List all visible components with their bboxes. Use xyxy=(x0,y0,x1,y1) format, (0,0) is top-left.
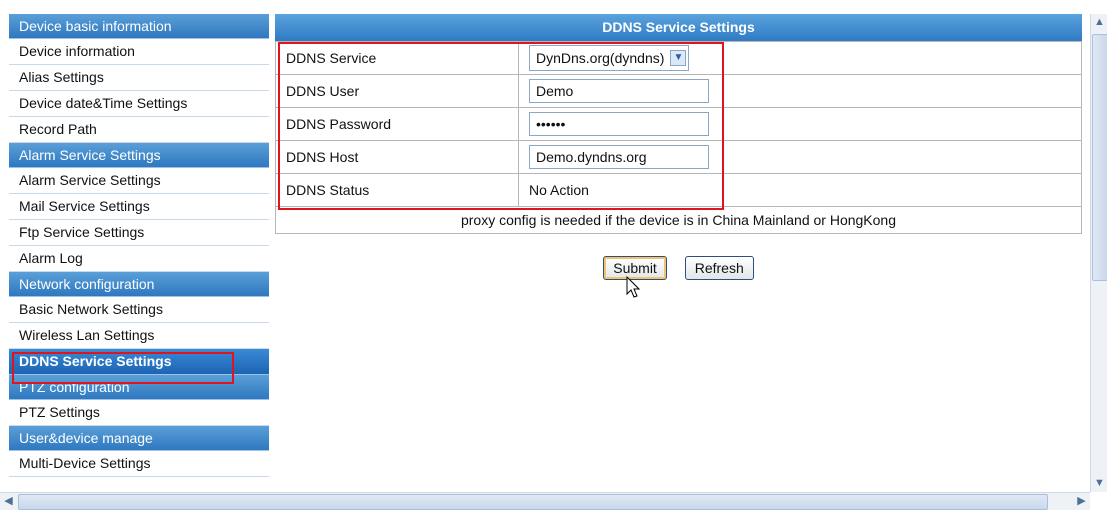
sidebar-item-multi-device-settings[interactable]: Multi-Device Settings xyxy=(9,451,269,477)
table-row: DDNS Status No Action xyxy=(275,173,1082,207)
table-row: DDNS Service DynDns.org(dyndns) ▼ xyxy=(275,41,1082,75)
ddns-password-label: DDNS Password xyxy=(275,107,519,141)
ddns-status-value: No Action xyxy=(518,173,1082,207)
ddns-status-label: DDNS Status xyxy=(275,173,519,207)
ddns-user-input[interactable] xyxy=(529,79,709,103)
horizontal-scrollbar[interactable]: ◀ ▶ xyxy=(0,492,1090,510)
ddns-user-label: DDNS User xyxy=(275,74,519,108)
vertical-scroll-thumb[interactable] xyxy=(1092,34,1107,281)
vertical-scrollbar[interactable]: ▲ ▼ xyxy=(1090,14,1107,492)
ddns-password-cell xyxy=(518,107,1082,141)
sidebar-section-device-basic-info[interactable]: Device basic information xyxy=(9,14,269,39)
sidebar-item-wireless-lan-settings[interactable]: Wireless Lan Settings xyxy=(9,323,269,349)
ddns-service-cell: DynDns.org(dyndns) ▼ xyxy=(518,41,1082,75)
ddns-settings-table: DDNS Service DynDns.org(dyndns) ▼ DDNS U… xyxy=(275,41,1082,234)
ddns-host-label: DDNS Host xyxy=(275,140,519,174)
sidebar-item-alarm-service-settings[interactable]: Alarm Service Settings xyxy=(9,168,269,194)
horizontal-scroll-thumb[interactable] xyxy=(18,494,1048,510)
sidebar-nav: Device basic information Device informat… xyxy=(9,14,269,492)
sidebar-item-basic-network-settings[interactable]: Basic Network Settings xyxy=(9,297,269,323)
sidebar-item-mail-service-settings[interactable]: Mail Service Settings xyxy=(9,194,269,220)
sidebar-item-alias-settings[interactable]: Alias Settings xyxy=(9,65,269,91)
button-bar: Submit Refresh xyxy=(275,256,1082,280)
sidebar-item-record-path[interactable]: Record Path xyxy=(9,117,269,143)
sidebar-section-ptz-config[interactable]: PTZ configuration xyxy=(9,375,269,400)
scroll-down-arrow-icon[interactable]: ▼ xyxy=(1091,475,1107,492)
sidebar-item-alarm-log[interactable]: Alarm Log xyxy=(9,246,269,272)
sidebar-section-user-device-manage[interactable]: User&device manage xyxy=(9,426,269,451)
main-panel: DDNS Service Settings DDNS Service DynDn… xyxy=(275,14,1082,280)
sidebar-item-ftp-service-settings[interactable]: Ftp Service Settings xyxy=(9,220,269,246)
table-row: proxy config is needed if the device is … xyxy=(275,206,1082,234)
chevron-down-icon[interactable]: ▼ xyxy=(670,50,687,66)
ddns-service-select[interactable]: DynDns.org(dyndns) ▼ xyxy=(529,45,690,71)
proxy-note: proxy config is needed if the device is … xyxy=(275,206,1082,234)
ddns-host-input[interactable] xyxy=(529,145,709,169)
scroll-left-arrow-icon[interactable]: ◀ xyxy=(0,493,17,510)
ddns-service-selected-value: DynDns.org(dyndns) xyxy=(536,50,665,66)
table-row: DDNS User xyxy=(275,74,1082,108)
table-row: DDNS Password xyxy=(275,107,1082,141)
ddns-password-input[interactable] xyxy=(529,112,709,136)
ddns-service-label: DDNS Service xyxy=(275,41,519,75)
sidebar-item-device-information[interactable]: Device information xyxy=(9,39,269,65)
scroll-up-arrow-icon[interactable]: ▲ xyxy=(1091,14,1107,31)
ddns-host-cell xyxy=(518,140,1082,174)
table-row: DDNS Host xyxy=(275,140,1082,174)
sidebar-section-network-config[interactable]: Network configuration xyxy=(9,272,269,297)
sidebar-item-ddns-service-settings[interactable]: DDNS Service Settings xyxy=(9,349,269,375)
ddns-user-cell xyxy=(518,74,1082,108)
sidebar-item-ptz-settings[interactable]: PTZ Settings xyxy=(9,400,269,426)
sidebar-item-date-time-settings[interactable]: Device date&Time Settings xyxy=(9,91,269,117)
page-title: DDNS Service Settings xyxy=(275,14,1082,41)
sidebar-section-alarm-service[interactable]: Alarm Service Settings xyxy=(9,143,269,168)
scroll-right-arrow-icon[interactable]: ▶ xyxy=(1073,493,1090,510)
mouse-pointer-icon xyxy=(626,276,641,298)
refresh-button[interactable]: Refresh xyxy=(684,256,754,280)
